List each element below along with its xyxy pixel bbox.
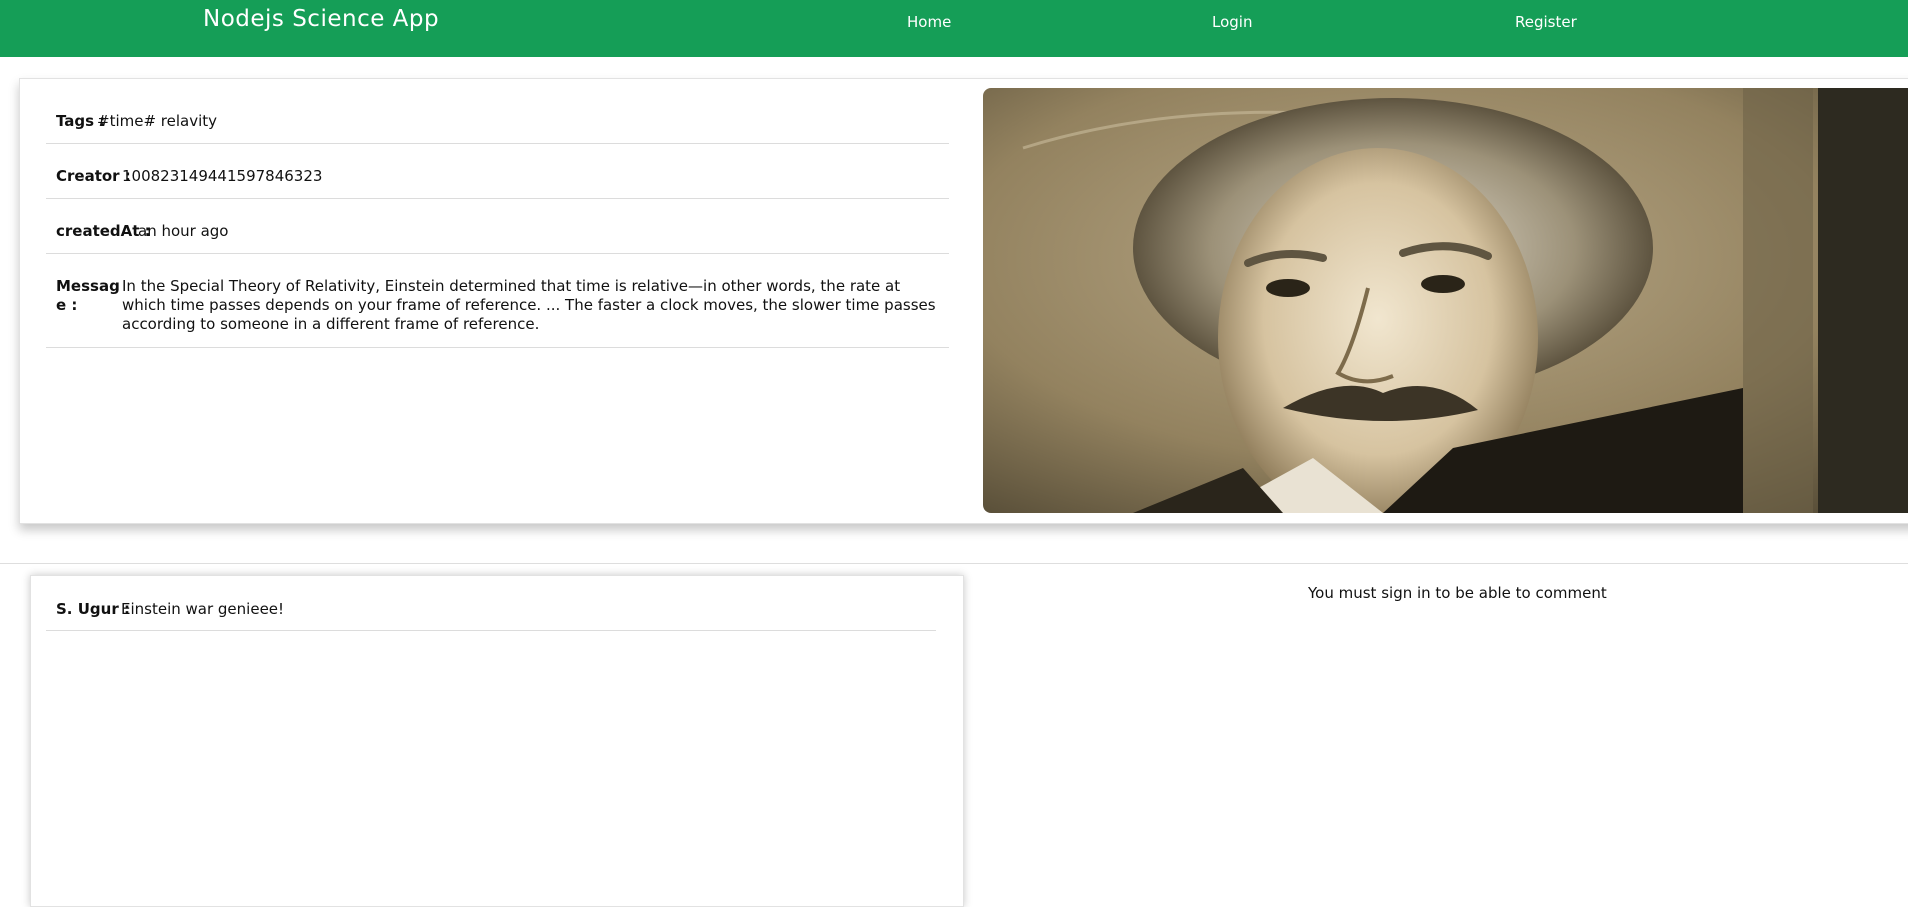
app-brand[interactable]: Nodejs Science App — [203, 6, 439, 32]
message-row: Message : In the Special Theory of Relat… — [46, 254, 949, 348]
message-value: In the Special Theory of Relativity, Ein… — [122, 277, 936, 333]
post-image — [983, 88, 1908, 513]
comment-author: S. Ugur : — [56, 600, 130, 618]
tags-row: Tags : #time# relavity — [46, 107, 949, 144]
created-at-value: an hour ago — [138, 222, 229, 240]
nav-register-link[interactable]: Register — [1515, 13, 1577, 31]
comment-text: Einstein war genieee! — [121, 600, 285, 618]
creator-label: Creator : — [56, 167, 131, 185]
creator-row: Creator : 100823149441597846323 — [46, 144, 949, 199]
tags-value: #time# relavity — [97, 112, 218, 130]
nav-home-link[interactable]: Home — [907, 13, 951, 31]
created-at-label: createdAt : — [56, 222, 151, 240]
created-at-row: createdAt : an hour ago — [46, 199, 949, 254]
message-label: Message : — [56, 277, 120, 314]
signin-required-note: You must sign in to be able to comment — [1308, 584, 1607, 602]
top-navbar: Nodejs Science App Home Login Register — [0, 0, 1908, 57]
comment-item: S. Ugur : Einstein war genieee! — [46, 598, 936, 631]
nav-login-link[interactable]: Login — [1212, 13, 1252, 31]
creator-value: 100823149441597846323 — [122, 167, 323, 185]
